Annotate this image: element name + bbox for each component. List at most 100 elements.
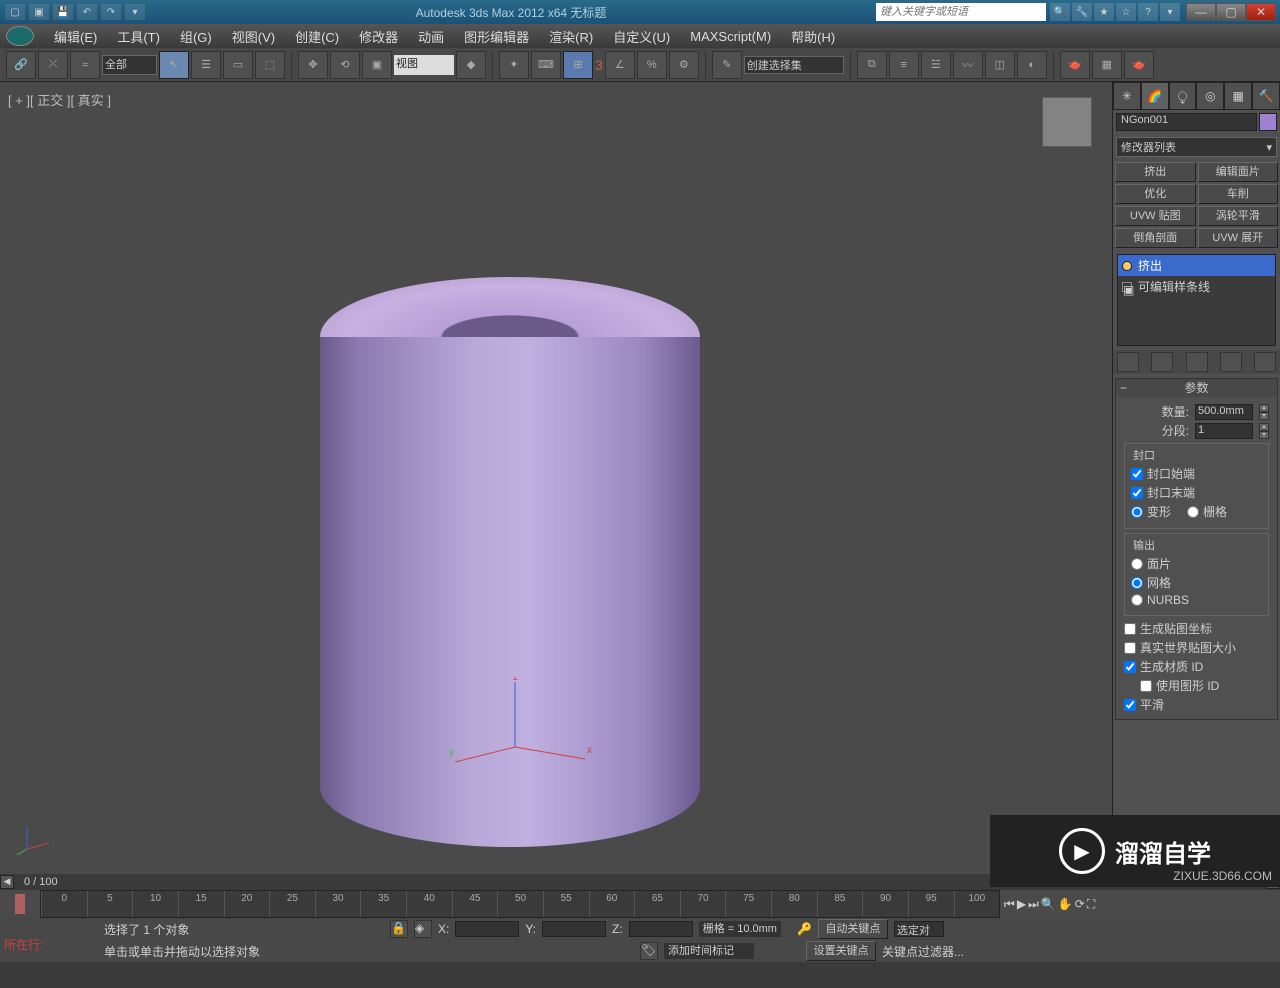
curve-editor-icon[interactable]: 〰 [953,51,983,79]
render-frame-icon[interactable]: ▦ [1092,51,1122,79]
unique-icon[interactable] [1186,352,1208,372]
mod-btn-optimize[interactable]: 优化 [1115,184,1196,204]
layers-icon[interactable]: ☱ [921,51,951,79]
rollout-header[interactable]: − 参数 [1116,379,1277,397]
morph-radio[interactable] [1131,506,1143,518]
select-window-icon[interactable]: ⬚ [255,51,285,79]
segments-spinner[interactable]: ▴▾ [1259,423,1269,439]
segments-field[interactable]: 1 [1195,423,1253,439]
new-icon[interactable]: ▢ [4,3,26,21]
y-field[interactable] [542,921,606,937]
open-icon[interactable]: ▣ [28,3,50,21]
move-icon[interactable]: ✥ [298,51,328,79]
cap-end-checkbox[interactable] [1131,487,1143,499]
bulb-icon[interactable] [1122,261,1132,271]
menu-create[interactable]: 创建(C) [285,27,349,46]
tab-display-icon[interactable]: ▦ [1224,82,1252,110]
menu-customize[interactable]: 自定义(U) [603,27,680,46]
ref-coord-dropdown[interactable]: 视图 [394,55,454,75]
help-icon[interactable]: ? [1138,3,1158,21]
mod-btn-bevelprofile[interactable]: 倒角剖面 [1115,228,1196,248]
scroll-left-icon[interactable]: ◀ [0,875,14,889]
play-icon[interactable]: ▶ [1017,897,1026,911]
mod-btn-lathe[interactable]: 车削 [1198,184,1279,204]
selset-field[interactable]: 选定对 [894,921,944,937]
nextkey-icon[interactable]: ⏭ [1028,897,1039,912]
show-end-icon[interactable] [1151,352,1173,372]
menu-grapheditors[interactable]: 图形编辑器 [454,27,539,46]
tab-hierarchy-icon[interactable]: ⧬ [1169,82,1197,110]
frame-indicator[interactable]: 0 / 100 [14,876,68,888]
prevkey-icon[interactable]: ⏮ [1004,897,1015,912]
menu-render[interactable]: 渲染(R) [539,27,603,46]
realworld-checkbox[interactable] [1124,642,1136,654]
tab-create-icon[interactable]: ✳ [1113,82,1141,110]
expand-icon[interactable]: ▣ [1122,282,1132,292]
stack-item-extrude[interactable]: 挤出 [1118,255,1275,276]
selection-filter[interactable]: 全部 [102,55,157,75]
search-input[interactable]: 键入关键字或短语 [876,3,1046,21]
menu-edit[interactable]: 编辑(E) [44,27,107,46]
undo-icon[interactable]: ↶ [76,3,98,21]
pivot-icon[interactable]: ◆ [456,51,486,79]
modifier-list-dropdown[interactable]: 修改器列表▾ [1116,137,1277,157]
autokey-button[interactable]: 自动关键点 [818,919,888,939]
mod-btn-editpatch[interactable]: 编辑面片 [1198,162,1279,182]
cap-start-checkbox[interactable] [1131,468,1143,480]
key-mode-icon[interactable]: 🔑 [797,922,812,936]
nav-zoom-icon[interactable]: 🔍 [1041,897,1056,911]
menu-help[interactable]: 帮助(H) [781,27,845,46]
mirror-icon[interactable]: ⧉ [857,51,887,79]
object-name-field[interactable]: NGon001 [1116,113,1257,131]
lock-icon[interactable]: 🔒 [390,920,408,938]
edit-named-sel-icon[interactable]: ✎ [712,51,742,79]
genmatid-checkbox[interactable] [1124,661,1136,673]
select-icon[interactable]: ↖ [159,51,189,79]
grid-radio[interactable] [1187,506,1199,518]
smooth-checkbox[interactable] [1124,699,1136,711]
stack-item-editspline[interactable]: ▣ 可编辑样条线 [1118,276,1275,297]
scale-icon[interactable]: ▣ [362,51,392,79]
key-marker[interactable] [15,894,25,914]
tab-motion-icon[interactable]: ◎ [1196,82,1224,110]
patch-radio[interactable] [1131,558,1143,570]
addtime-field[interactable]: 添加时间标记 [664,943,754,959]
menu-tools[interactable]: 工具(T) [107,27,170,46]
help-dd-icon[interactable]: ▾ [1160,3,1180,21]
maximize-button[interactable]: ▢ [1216,3,1246,21]
mod-btn-unwrap[interactable]: UVW 展开 [1198,228,1279,248]
x-field[interactable] [455,921,519,937]
z-field[interactable] [629,921,693,937]
object-ngon[interactable] [320,277,700,867]
mod-btn-extrude[interactable]: 挤出 [1115,162,1196,182]
pin-stack-icon[interactable] [1117,352,1139,372]
star-icon[interactable]: ★ [1094,3,1114,21]
select-rect-icon[interactable]: ▭ [223,51,253,79]
genmap-checkbox[interactable] [1124,623,1136,635]
tag-icon[interactable]: 🏷 [640,942,658,960]
save-icon[interactable]: 💾 [52,3,74,21]
material-editor-icon[interactable]: ◐ [1017,51,1047,79]
modifier-stack[interactable]: 挤出 ▣ 可编辑样条线 [1117,254,1276,346]
spinner-snap-icon[interactable]: ⚙ [669,51,699,79]
binoculars-icon[interactable]: 🔍 [1050,3,1070,21]
align-icon[interactable]: ≡ [889,51,919,79]
viewport[interactable]: [ + ][ 正交 ][ 真实 ] z y x [0,82,1112,874]
render-icon[interactable]: 🫖 [1124,51,1154,79]
star2-icon[interactable]: ☆ [1116,3,1136,21]
bind-icon[interactable]: ≈ [70,51,100,79]
wrench-icon[interactable]: 🔧 [1072,3,1092,21]
track-bar[interactable]: 0510152025303540455055606570758085909510… [40,890,1000,918]
close-button[interactable]: ✕ [1246,3,1276,21]
render-setup-icon[interactable]: 🫖 [1060,51,1090,79]
menu-maxscript[interactable]: MAXScript(M) [680,29,781,44]
link-icon[interactable]: 🔗 [6,51,36,79]
nav-pan-icon[interactable]: ✋ [1058,897,1073,911]
remove-mod-icon[interactable] [1220,352,1242,372]
nav-max-icon[interactable]: ⛶ [1087,897,1095,912]
menu-modifiers[interactable]: 修改器 [349,27,408,46]
setkey-button[interactable]: 设置关键点 [806,941,876,961]
amount-field[interactable]: 500.0mm [1195,404,1253,420]
tab-utilities-icon[interactable]: 🔨 [1252,82,1280,110]
viewcube[interactable] [1042,97,1092,147]
